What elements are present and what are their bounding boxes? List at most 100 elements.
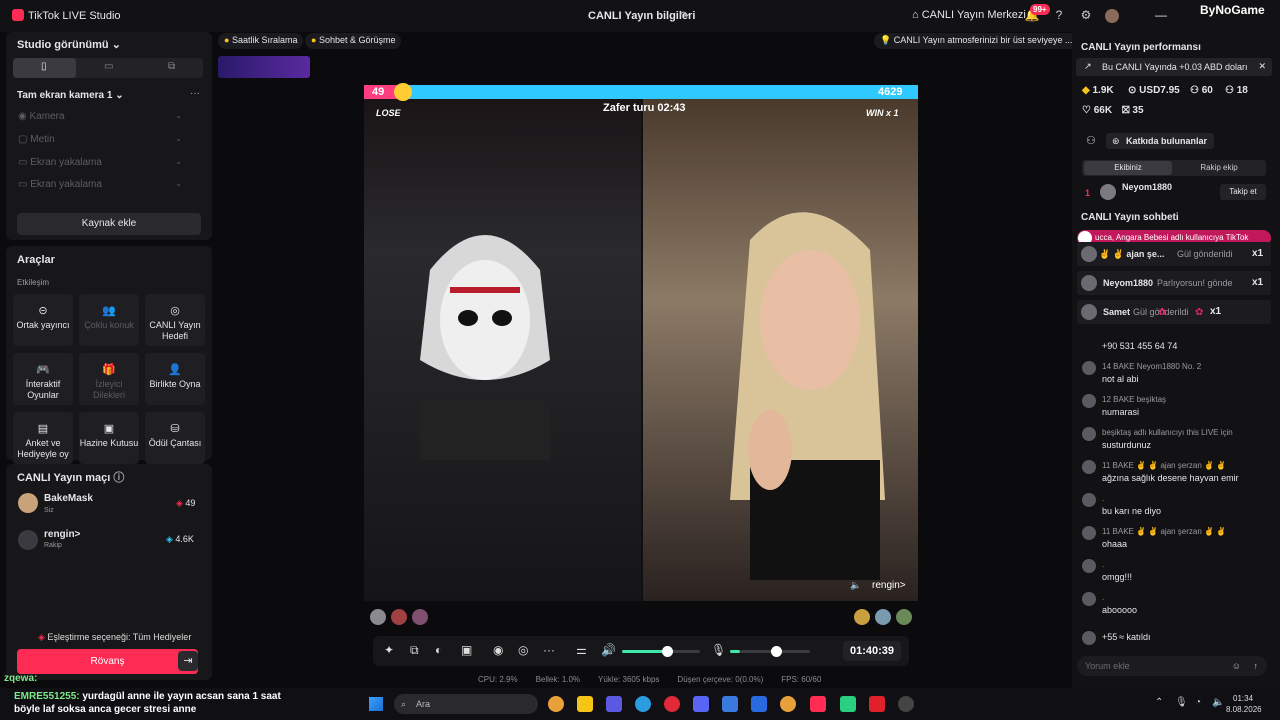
live-center-button[interactable]: ⌂ CANLI Yayın Merkezi (912, 9, 1026, 21)
tool-treasure[interactable]: ▣ Hazine Kutusu (79, 412, 139, 464)
hourly-rank-chip[interactable]: ● Saatlik Sıralama (218, 33, 304, 49)
volume-icon[interactable]: 🔈 (1212, 697, 1224, 708)
chat-message-header: 14 BAKE Neyom1880 No. 2 (1102, 362, 1202, 371)
source-screen-capture[interactable]: ▭ Ekran yakalama ⌄ (18, 157, 188, 173)
gift-icon: ⛝ (1122, 105, 1130, 116)
more-icon[interactable]: ··· (190, 88, 200, 99)
follow-button[interactable]: Takip et (1220, 184, 1266, 200)
studio-view-title[interactable]: Studio görünümü ⌄ (17, 38, 121, 51)
tools-title: Araçlar (17, 254, 55, 266)
top-contributor-name: Neyom1880 (1122, 182, 1173, 192)
record-icon[interactable]: ◉ (493, 643, 503, 657)
camera-switch-icon[interactable]: ◎ (518, 643, 528, 657)
add-source-button[interactable]: Kaynak ekle (17, 213, 201, 235)
clock-date[interactable]: 8.08.2026 (1226, 705, 1262, 714)
youtube-icon[interactable] (869, 696, 885, 712)
chat-call-chip[interactable]: ● Sohbet & Görüşme (305, 33, 402, 49)
avatar (18, 530, 38, 550)
source-screen-capture[interactable]: ▭ Ekran yakalama ⌄ (18, 179, 188, 195)
filter-icon[interactable]: ◐ (435, 643, 442, 657)
tool-person[interactable]: 👤 Birlikte Oyna (145, 353, 205, 405)
contributors-button[interactable]: ⊛ Katkıda bulunanlar (1106, 133, 1214, 149)
avatar (18, 493, 38, 513)
chevron-up-icon[interactable]: ⌃ (1155, 697, 1163, 708)
windows-start-icon[interactable] (369, 697, 383, 711)
gift-icon: ◈ (176, 498, 186, 508)
tool-target[interactable]: ◎ CANLI Yayın Hedefi (145, 294, 205, 346)
screen-icon[interactable]: ▣ (461, 643, 472, 657)
comment-input[interactable]: Yorum ekle ☺ ↑ (1077, 656, 1267, 676)
share-icon[interactable]: ↷ (680, 9, 689, 22)
tool-label: Ödül Çantası (148, 438, 202, 448)
speaker-icon[interactable]: 🔊 (601, 643, 616, 657)
win-tag: WIN x 1 (866, 108, 899, 118)
microphone-icon[interactable]: 🎙 (1175, 697, 1188, 708)
close-icon[interactable]: ✕ (1258, 61, 1266, 72)
tool-bag[interactable]: ⛁ Ödül Çantası (145, 412, 205, 464)
landscape-view-button[interactable]: ▭ (77, 58, 140, 78)
mail-icon[interactable] (751, 696, 767, 712)
chrome-icon[interactable] (548, 696, 564, 712)
help-icon[interactable]: ? (1051, 8, 1067, 24)
minimize-icon[interactable]: — (1155, 8, 1167, 22)
match-option[interactable]: ◈ Eşleştirme seçeneği: Tüm Hediyeler (38, 632, 191, 643)
avatar[interactable] (1105, 9, 1119, 23)
tool-link[interactable]: ⊝ Ortak yayıncı (13, 294, 73, 346)
teams-icon[interactable] (606, 696, 622, 712)
avatar (1100, 184, 1116, 200)
chrome-icon[interactable] (780, 696, 796, 712)
opera-icon[interactable] (664, 696, 680, 712)
person-add-icon[interactable]: ⚇ (1086, 134, 1096, 147)
store-icon[interactable] (722, 696, 738, 712)
tool-poll[interactable]: ▤ Anket ve Hediyeyle oy (13, 412, 73, 464)
file-explorer-icon[interactable] (577, 696, 593, 712)
avatar (875, 609, 891, 625)
poll-icon: ▤ (37, 423, 49, 435)
monitor-icon: ▭ (18, 179, 31, 190)
sliders-icon[interactable]: ⚌ (576, 643, 587, 657)
taskbar-search[interactable]: ⌕ Ara (394, 694, 538, 714)
avatar (1082, 526, 1096, 540)
chat-message-text: +55 ≈ katıldı (1102, 632, 1151, 642)
camera-icon: ◉ (18, 111, 30, 122)
scene-title[interactable]: Tam ekran kamera 1 ⌄ (17, 90, 124, 101)
event-banner[interactable] (218, 56, 310, 78)
speaker-icon[interactable]: 🔈 (850, 580, 861, 591)
effects-icon[interactable]: ⧉ (410, 643, 419, 658)
rematch-button[interactable]: Rövanş (17, 649, 198, 674)
performance-title: CANLI Yayın performansı (1081, 42, 1201, 53)
diamond-stat: ◆ 1.9K (1082, 85, 1114, 96)
tool-gift-wish[interactable]: 🎁 İzleyici Dilekleri (79, 353, 139, 405)
portrait-view-button[interactable]: ▯ (13, 58, 76, 78)
discord-icon[interactable] (693, 696, 709, 712)
help-icon[interactable]: ⓘ (113, 472, 124, 484)
tiktok-icon[interactable] (810, 696, 826, 712)
app-icon[interactable] (840, 696, 856, 712)
mic-volume-handle[interactable] (771, 646, 782, 657)
exit-icon[interactable]: ⇥ (178, 651, 198, 671)
chat-message-text: omgg!!! (1102, 572, 1133, 582)
tip-chip[interactable]: 💡 CANLI Yayın atmosferinizi bir üst sevi… (874, 33, 1079, 49)
speaker-volume-handle[interactable] (662, 646, 673, 657)
chat-message-header: 11 BAKE ✌ ✌ ajan şerzan ✌ ✌ (1102, 461, 1227, 470)
coins-icon: ⊛ (1112, 136, 1120, 146)
wifi-icon[interactable]: ◔ (1195, 697, 1201, 708)
tab-rival-team[interactable]: Rakip ekip (1175, 161, 1263, 175)
clock-time[interactable]: 01:34 (1233, 694, 1253, 703)
gear-icon[interactable]: ⚙ (1078, 8, 1094, 24)
microphone-icon[interactable]: 🎙 (711, 643, 726, 657)
notification-badge: 99+ (1030, 4, 1050, 15)
more-icon[interactable]: ··· (543, 643, 555, 657)
tool-guests[interactable]: 👥 Çoklu konuk (79, 294, 139, 346)
source-camera[interactable]: ◉ Kamera ⌄ (18, 111, 188, 127)
performance-banner: ↗ Bu CANLI Yayında +0.03 ABD doları ✕ (1076, 58, 1272, 76)
source-text[interactable]: ▢ Metin ⌄ (18, 134, 188, 150)
settings-icon[interactable] (898, 696, 914, 712)
multi-view-button[interactable]: ⧉ (140, 58, 203, 78)
tool-gamepad[interactable]: 🎮 İnteraktif Oyunlar (13, 353, 73, 405)
cpu-stat: CPU: 2.9% (478, 675, 518, 684)
magic-wand-icon[interactable]: ✦ (384, 643, 394, 657)
chat-message: 11 BAKE ✌ ✌ ajan şerzan ✌ ✌ ohaaa (1082, 526, 1270, 556)
tab-my-team[interactable]: Ekibiniz (1084, 161, 1172, 175)
edge-icon[interactable] (635, 696, 651, 712)
